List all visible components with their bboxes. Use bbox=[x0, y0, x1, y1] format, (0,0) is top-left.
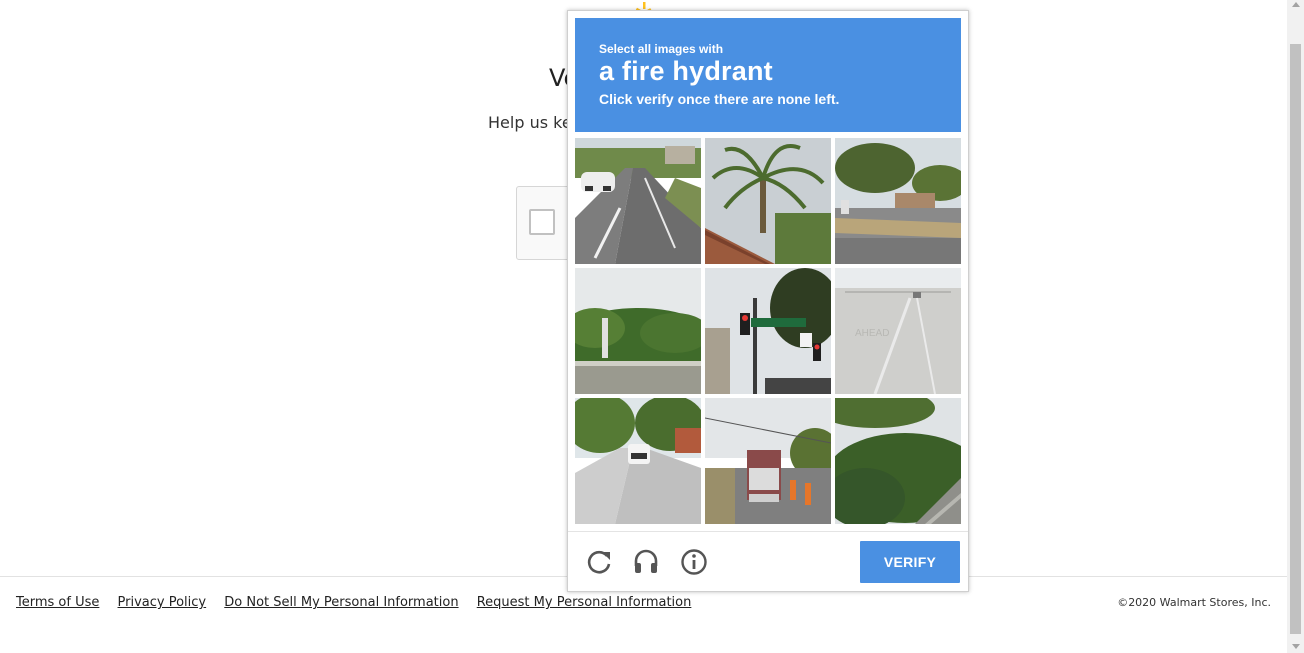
audio-icon[interactable] bbox=[632, 548, 660, 576]
robot-checkbox[interactable] bbox=[529, 209, 555, 235]
verify-button[interactable]: VERIFY bbox=[860, 541, 960, 583]
captcha-challenge: Select all images with a fire hydrant Cl… bbox=[567, 10, 969, 592]
captcha-prompt-target: a fire hydrant bbox=[599, 56, 773, 86]
scrollbar[interactable] bbox=[1287, 0, 1304, 653]
captcha-tile-traffic-lights-street-signs[interactable] bbox=[705, 268, 831, 394]
captcha-tile-roadside-greenery[interactable] bbox=[575, 268, 701, 394]
footer-link-terms[interactable]: Terms of Use bbox=[16, 595, 99, 610]
captcha-tile-palm-tree-roof[interactable] bbox=[705, 138, 831, 264]
captcha-prompt-pre: Select all images with bbox=[599, 42, 724, 56]
captcha-tile-concrete-highway[interactable]: AHEAD bbox=[835, 268, 961, 394]
captcha-tile-residential-street-truck[interactable] bbox=[575, 398, 701, 524]
captcha-tile-street-intersection-trees[interactable] bbox=[835, 138, 961, 264]
captcha-tile-hedge-sidewalk[interactable] bbox=[835, 398, 961, 524]
footer-link-do-not-sell[interactable]: Do Not Sell My Personal Information bbox=[224, 595, 458, 610]
footer-links: Terms of Use Privacy Policy Do Not Sell … bbox=[16, 595, 705, 610]
scroll-thumb[interactable] bbox=[1290, 44, 1301, 634]
scroll-down-arrow-icon[interactable] bbox=[1292, 644, 1300, 649]
footer-link-privacy[interactable]: Privacy Policy bbox=[118, 595, 207, 610]
info-icon[interactable] bbox=[680, 548, 708, 576]
captcha-footer-divider bbox=[568, 531, 968, 532]
captcha-tile-street-road-car[interactable] bbox=[575, 138, 701, 264]
reload-icon[interactable] bbox=[585, 548, 613, 576]
captcha-prompt-post: Click verify once there are none left. bbox=[599, 91, 840, 107]
copyright: ©2020 Walmart Stores, Inc. bbox=[1117, 596, 1271, 609]
captcha-tile-road-semi-truck[interactable] bbox=[705, 398, 831, 524]
footer-link-request-info[interactable]: Request My Personal Information bbox=[477, 595, 692, 610]
captcha-prompt-header: Select all images with a fire hydrant Cl… bbox=[575, 18, 961, 132]
svg-text:AHEAD: AHEAD bbox=[855, 328, 889, 339]
captcha-image-grid: AHEAD bbox=[575, 138, 962, 525]
scroll-up-arrow-icon[interactable] bbox=[1292, 2, 1300, 7]
